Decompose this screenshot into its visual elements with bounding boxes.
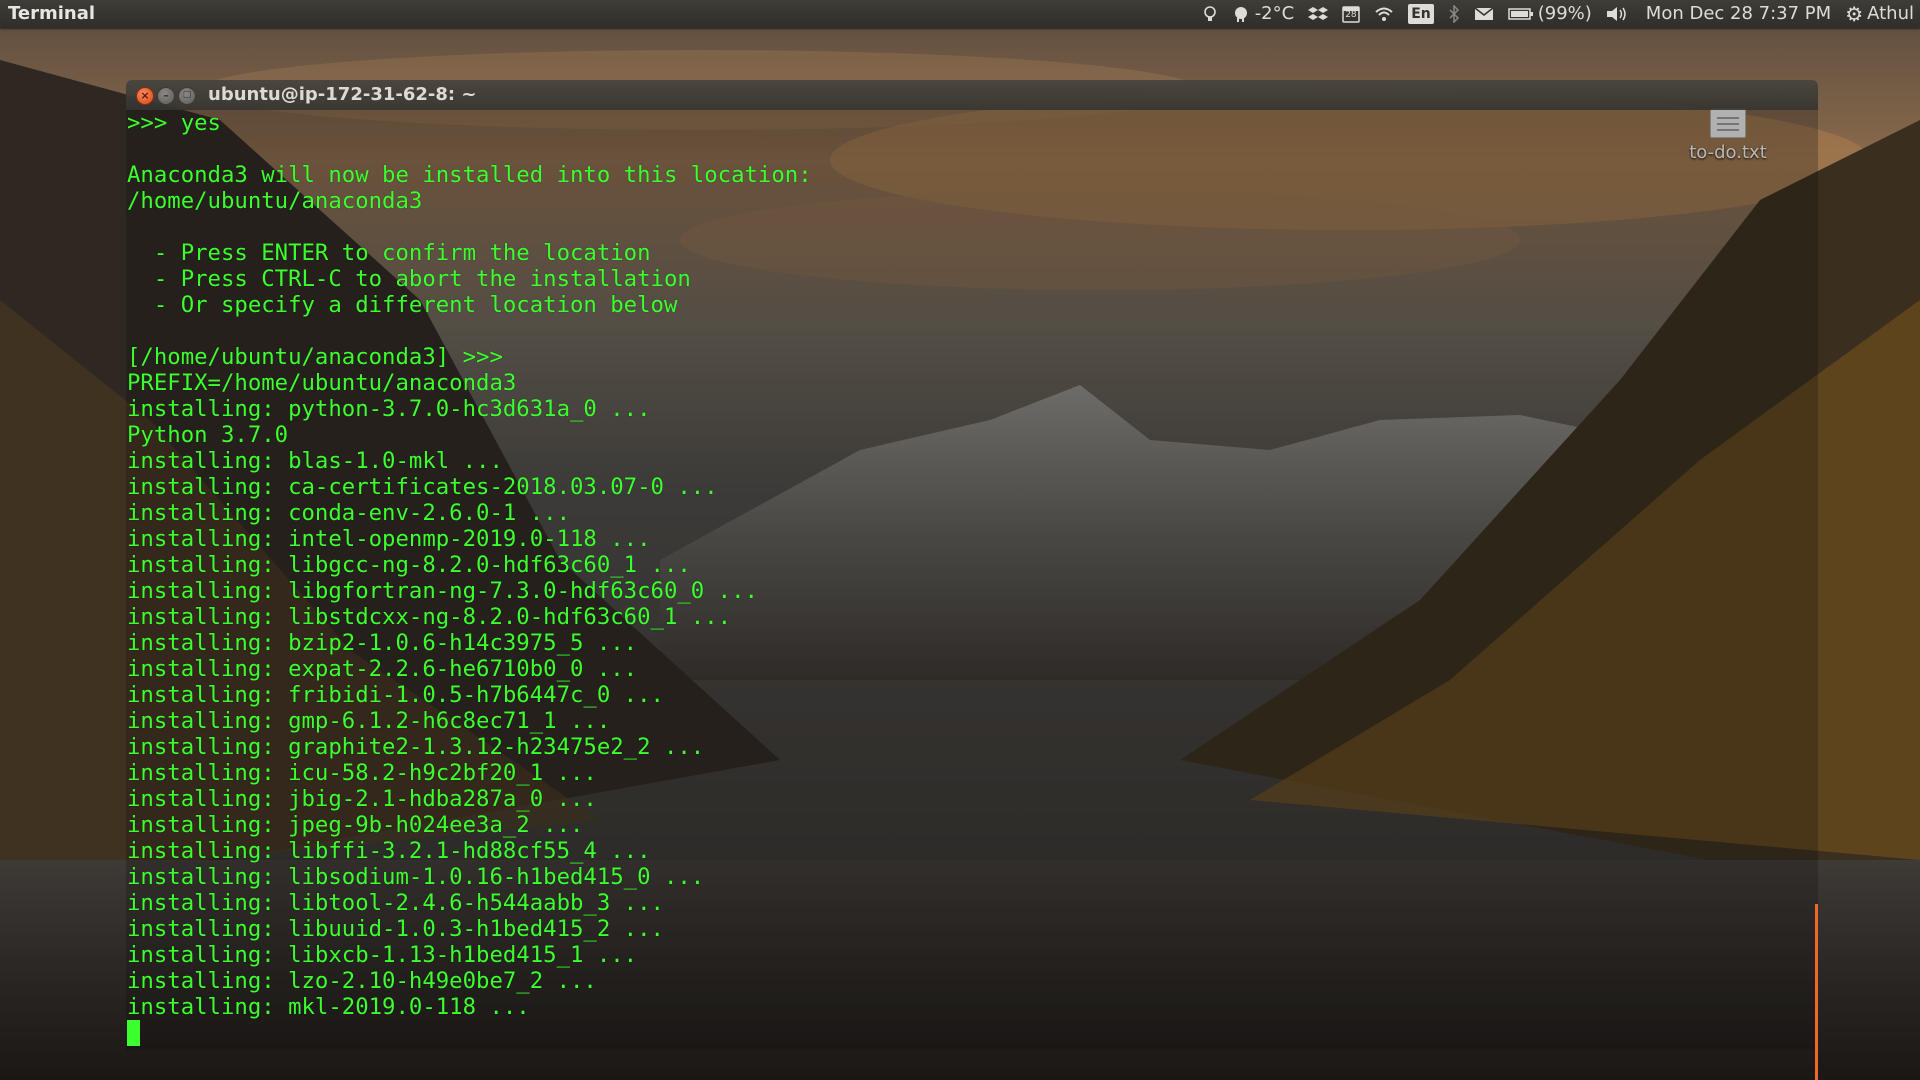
battery-percent: (99%) [1537, 3, 1592, 24]
terminal-line: - Press ENTER to confirm the location [127, 240, 651, 266]
user-name: Athul [1867, 3, 1914, 24]
terminal-line: installing: libxcb-1.13-h1bed415_1 ... [127, 942, 638, 968]
weather-indicator[interactable]: -2°C [1231, 0, 1295, 28]
active-app-name: Terminal [8, 3, 96, 24]
gear-icon: ⚙ [1845, 2, 1864, 26]
minimize-icon: – [163, 89, 169, 102]
keyboard-layout-indicator[interactable]: En [1408, 0, 1434, 28]
temperature-text: -2°C [1254, 3, 1295, 24]
battery-icon [1507, 7, 1534, 21]
terminal-line: - Press CTRL-C to abort the installation [127, 266, 691, 292]
terminal-body[interactable]: >>> yes Anaconda3 will now be installed i… [126, 110, 1818, 1080]
terminal-line: installing: python-3.7.0-hc3d631a_0 ... [127, 396, 651, 422]
maximize-icon: □ [182, 90, 192, 100]
close-button[interactable]: × [136, 87, 154, 105]
terminal-line: installing: expat-2.2.6-he6710b0_0 ... [127, 656, 638, 682]
terminal-line: installing: jpeg-9b-h024ee3a_2 ... [127, 812, 584, 838]
terminal-scrollbar[interactable] [1815, 904, 1818, 1080]
keyboard-icon: En [1408, 4, 1434, 24]
bluetooth-icon[interactable] [1448, 0, 1460, 28]
terminal-line: installing: icu-58.2-h9c2bf20_1 ... [127, 760, 597, 786]
terminal-output[interactable]: >>> yes Anaconda3 will now be installed i… [127, 110, 812, 1046]
terminal-line: installing: libgfortran-ng-7.3.0-hdf63c6… [127, 578, 758, 604]
terminal-line: installing: intel-openmp-2019.0-118 ... [127, 526, 651, 552]
battery-indicator[interactable]: (99%) [1507, 0, 1592, 28]
lightbulb-icon[interactable] [1203, 0, 1217, 28]
calendar-icon[interactable]: 28 [1342, 0, 1360, 28]
terminal-line: Python 3.7.0 [127, 422, 289, 448]
terminal-line: installing: libuuid-1.0.3-h1bed415_2 ... [127, 916, 664, 942]
session-menu[interactable]: ⚙ Athul [1845, 0, 1914, 28]
terminal-line: installing: fribidi-1.0.5-h7b6447c_0 ... [127, 682, 664, 708]
terminal-window[interactable]: × – □ ubuntu@ip-172-31-62-8: ~ >>> yes An… [126, 80, 1818, 1080]
terminal-line: [/home/ubuntu/anaconda3] >>> [127, 344, 503, 370]
terminal-line: installing: libgcc-ng-8.2.0-hdf63c60_1 .… [127, 552, 691, 578]
terminal-line: installing: lzo-2.10-h49e0be7_2 ... [127, 968, 597, 994]
clock[interactable]: Mon Dec 28 7:37 PM [1646, 0, 1831, 28]
window-titlebar[interactable]: × – □ ubuntu@ip-172-31-62-8: ~ [126, 80, 1818, 110]
terminal-line: installing: conda-env-2.6.0-1 ... [127, 500, 570, 526]
minimize-button[interactable]: – [157, 87, 175, 105]
terminal-line: PREFIX=/home/ubuntu/anaconda3 [127, 370, 517, 396]
terminal-line: >>> yes [127, 110, 221, 136]
maximize-button[interactable]: □ [178, 87, 196, 105]
close-icon: × [140, 89, 150, 102]
calendar-day: 28 [1345, 10, 1357, 20]
terminal-line: Anaconda3 will now be installed into thi… [127, 162, 812, 188]
mail-icon[interactable] [1474, 0, 1494, 28]
terminal-line: /home/ubuntu/anaconda3 [127, 188, 423, 214]
weather-icon [1231, 5, 1251, 23]
top-panel: Terminal -2°C 28 En (99%) Mon Dec 28 7:3… [0, 0, 1920, 28]
terminal-line: - Or specify a different location below [127, 292, 678, 318]
wifi-icon[interactable] [1374, 0, 1394, 28]
terminal-line: installing: libtool-2.4.6-h544aabb_3 ... [127, 890, 664, 916]
terminal-line: installing: mkl-2019.0-118 ... [127, 994, 530, 1020]
terminal-cursor [127, 1020, 140, 1046]
terminal-line: installing: bzip2-1.0.6-h14c3975_5 ... [127, 630, 638, 656]
terminal-line: installing: graphite2-1.3.12-h23475e2_2 … [127, 734, 705, 760]
dropbox-icon[interactable] [1308, 0, 1329, 28]
terminal-prompt-line[interactable] [127, 1020, 812, 1046]
terminal-line: installing: ca-certificates-2018.03.07-0… [127, 474, 718, 500]
terminal-line: installing: gmp-6.1.2-h6c8ec71_1 ... [127, 708, 611, 734]
window-title: ubuntu@ip-172-31-62-8: ~ [208, 84, 477, 105]
terminal-line: installing: libsodium-1.0.16-h1bed415_0 … [127, 864, 705, 890]
terminal-line: installing: blas-1.0-mkl ... [127, 448, 503, 474]
terminal-line: installing: libffi-3.2.1-hd88cf55_4 ... [127, 838, 651, 864]
terminal-line: installing: libstdcxx-ng-8.2.0-hdf63c60_… [127, 604, 732, 630]
volume-icon[interactable] [1606, 0, 1628, 28]
terminal-line: installing: jbig-2.1-hdba287a_0 ... [127, 786, 597, 812]
indicator-area: -2°C 28 En (99%) Mon Dec 28 7:37 PM ⚙ At… [1189, 0, 1914, 28]
